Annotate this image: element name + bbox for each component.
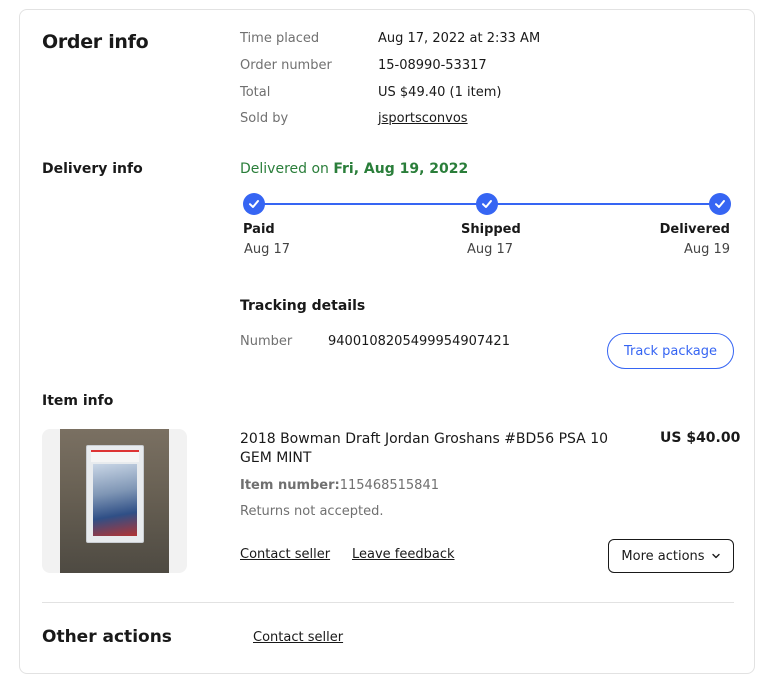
step-shipped-dot xyxy=(476,193,498,215)
contact-seller-link[interactable]: Contact seller xyxy=(240,547,330,562)
time-placed-label: Time placed xyxy=(240,31,320,46)
item-photo xyxy=(60,429,169,573)
order-details-card: Order info Time placed Aug 17, 2022 at 2… xyxy=(19,9,755,674)
step-shipped-date: Aug 17 xyxy=(467,242,514,257)
delivery-status-date: Fri, Aug 19, 2022 xyxy=(333,161,469,177)
check-icon xyxy=(715,200,725,208)
step-delivered-date: Aug 19 xyxy=(683,242,730,257)
more-actions-label: More actions xyxy=(621,548,705,564)
delivery-status-prefix: Delivered on xyxy=(240,161,334,177)
step-delivered-dot xyxy=(709,193,731,215)
other-contact-seller-link[interactable]: Contact seller xyxy=(253,630,343,645)
item-number-label: Item number: xyxy=(240,478,340,493)
order-number-label: Order number xyxy=(240,58,332,73)
item-number-value: 115468515841 xyxy=(339,478,439,493)
step-paid-label: Paid xyxy=(243,222,275,237)
step-shipped-label: Shipped xyxy=(461,222,521,237)
total-value: US $49.40 (1 item) xyxy=(378,85,502,100)
leave-feedback-link[interactable]: Leave feedback xyxy=(352,547,455,562)
sold-by-label: Sold by xyxy=(240,111,289,126)
order-info-heading: Order info xyxy=(42,31,149,53)
slab-label xyxy=(91,450,139,462)
graded-card-slab xyxy=(86,445,144,543)
delivery-info-heading: Delivery info xyxy=(42,161,143,177)
item-thumbnail[interactable] xyxy=(42,429,187,573)
step-delivered-label: Delivered xyxy=(659,222,730,237)
time-placed-value: Aug 17, 2022 at 2:33 AM xyxy=(378,31,541,46)
order-number-value: 15-08990-53317 xyxy=(378,58,487,73)
item-number: Item number:115468515841 xyxy=(240,478,439,493)
track-package-button[interactable]: Track package xyxy=(607,333,734,369)
step-paid-date: Aug 17 xyxy=(244,242,291,257)
seller-link[interactable]: jsportsconvos xyxy=(378,111,468,126)
tracking-number-value: 9400108205499954907421 xyxy=(328,334,510,349)
returns-policy: Returns not accepted. xyxy=(240,504,384,519)
item-price: US $40.00 xyxy=(660,430,741,446)
trading-card-image xyxy=(93,464,137,536)
more-actions-button[interactable]: More actions xyxy=(608,539,734,573)
tracking-number-label: Number xyxy=(240,334,293,349)
tracking-details-heading: Tracking details xyxy=(240,298,366,314)
check-icon xyxy=(249,200,259,208)
step-paid-dot xyxy=(243,193,265,215)
chevron-down-icon xyxy=(711,553,720,559)
other-actions-heading: Other actions xyxy=(42,627,172,647)
item-title[interactable]: 2018 Bowman Draft Jordan Groshans #BD56 … xyxy=(240,430,640,468)
section-divider xyxy=(42,602,734,603)
total-label: Total xyxy=(240,85,271,100)
check-icon xyxy=(482,200,492,208)
item-info-heading: Item info xyxy=(42,393,114,409)
delivery-status: Delivered on Fri, Aug 19, 2022 xyxy=(240,161,468,177)
